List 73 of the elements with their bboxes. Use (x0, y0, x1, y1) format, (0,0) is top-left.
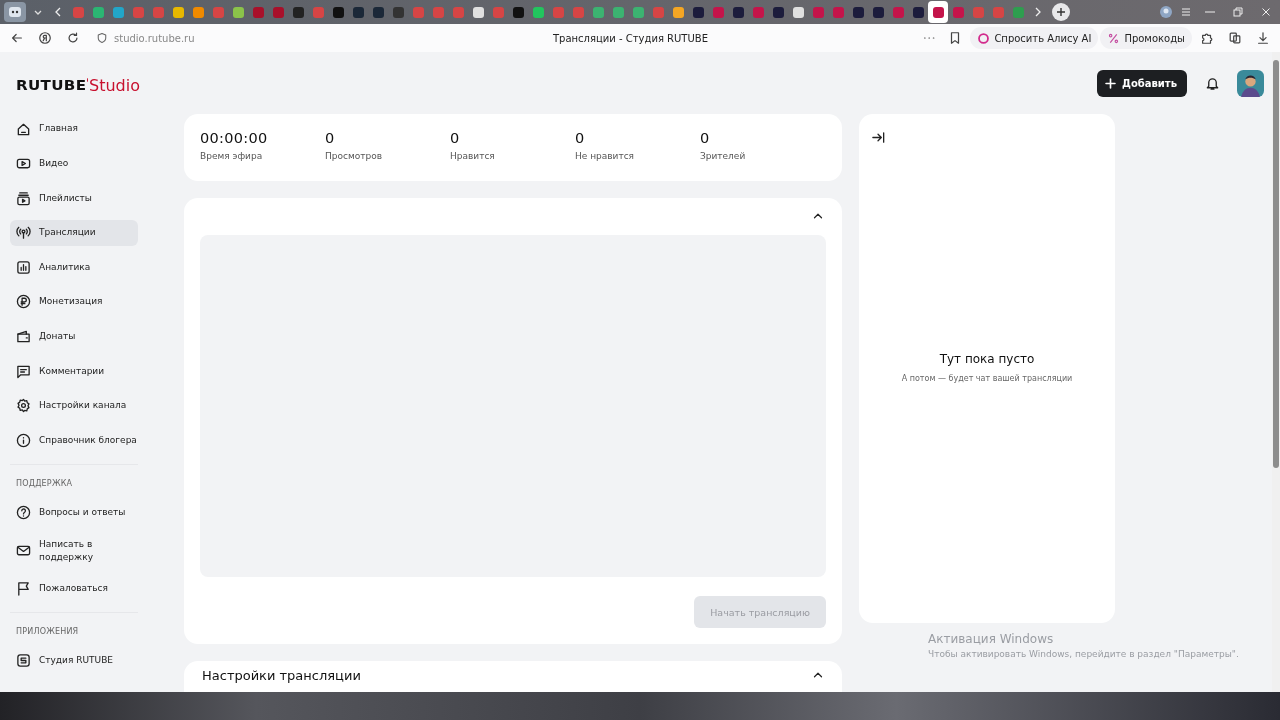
sidebar-item[interactable]: Аналитика (10, 254, 138, 281)
reload-icon (66, 31, 80, 45)
stat-value: 0 (575, 130, 586, 146)
plus-icon (1104, 76, 1118, 90)
circle-letter-icon (38, 31, 52, 45)
sidebar-item[interactable]: Видео (10, 150, 138, 177)
stat-value: 0 (325, 130, 336, 146)
help-icon (16, 505, 31, 521)
info-icon (16, 432, 31, 448)
download-icon (1256, 31, 1270, 45)
empty-text: А потом — будет чат вашей трансляции (901, 374, 1073, 383)
logo-product: Studio (89, 75, 140, 95)
sidebar-item[interactable]: Донаты (10, 323, 138, 350)
menu-icon (1179, 5, 1193, 19)
promo-button[interactable]: Промокоды (1100, 27, 1192, 49)
stat-label: Не нравится (575, 151, 636, 161)
profile-icon (1159, 5, 1173, 19)
settings-icon (16, 398, 31, 414)
sidebar-item[interactable]: Монетизация (10, 288, 138, 315)
sidebar-item[interactable]: Справочник блогера (10, 427, 138, 454)
sidebar-item[interactable]: Пожаловаться (10, 575, 138, 602)
assistant-icon (977, 31, 991, 45)
stat-label: Время эфира (200, 151, 264, 161)
section-heading: ПОДДЕРЖКА (15, 478, 74, 488)
minimize-icon (1205, 11, 1215, 13)
new-tab-button[interactable] (1052, 3, 1070, 21)
sidebar-item[interactable]: Студия RUTUBE (10, 647, 138, 674)
activation-text: Чтобы активировать Windows, перейдите в раздел "Параметры". (928, 649, 1239, 659)
collections-icon (1228, 31, 1242, 45)
percent-icon (1107, 31, 1121, 45)
stat-value: 00:00:00 (200, 130, 269, 146)
stat-value: 0 (700, 130, 711, 146)
sidebar-item[interactable]: Вопросы и ответы (10, 499, 138, 526)
shield-icon (96, 32, 108, 44)
wallet-icon (16, 329, 31, 345)
stat-value: 0 (450, 130, 461, 146)
activation-title: Активация Windows (928, 632, 1055, 646)
chart-icon (16, 259, 31, 275)
sidebar-item[interactable]: Плейлисты (10, 185, 138, 212)
flag-icon (16, 580, 31, 596)
arrow-right-bar-icon (871, 129, 886, 145)
empty-title: Тут пока пусто (939, 352, 1035, 366)
studio-app-icon (16, 653, 31, 669)
plus-icon (1054, 5, 1068, 19)
stat-label: Зрителей (700, 151, 747, 161)
browser-menu-button[interactable] (4, 2, 26, 22)
stat-label: Просмотров (325, 151, 383, 161)
comment-icon (16, 363, 31, 379)
app-icon (8, 5, 22, 19)
ruble-icon (16, 294, 31, 310)
avatar[interactable] (1237, 69, 1264, 97)
browser-tab[interactable] (928, 1, 948, 23)
sidebar-item[interactable]: Главная (10, 116, 138, 142)
logo-brand: RUTUBE (16, 77, 87, 93)
stat-label: Нравится (450, 151, 496, 161)
add-button[interactable]: Добавить (1097, 69, 1187, 97)
sidebar-item[interactable]: Трансляции (10, 219, 138, 246)
section-heading: ПРИЛОЖЕНИЯ (15, 626, 80, 636)
address-field[interactable]: studio.rutube.ru (88, 26, 195, 50)
section-title: Настройки трансляции (202, 667, 361, 683)
bell-icon (1204, 75, 1220, 91)
arrow-left-icon (10, 31, 24, 45)
sidebar-item[interactable]: Комментарии (10, 358, 138, 385)
ask-ai-button[interactable]: Спросить Алису AI (970, 27, 1099, 49)
broadcast-icon (16, 225, 31, 241)
playlist-icon (16, 190, 31, 206)
restore-icon (1231, 5, 1245, 19)
page-title: Трансляции - Студия RUTUBE (551, 32, 709, 44)
sidebar-item[interactable]: Написать в поддержку (10, 534, 138, 567)
puzzle-icon (1200, 31, 1214, 45)
home-icon (16, 121, 31, 137)
scrollbar[interactable] (1272, 52, 1280, 692)
sidebar-item[interactable]: Настройки канала (10, 392, 138, 419)
